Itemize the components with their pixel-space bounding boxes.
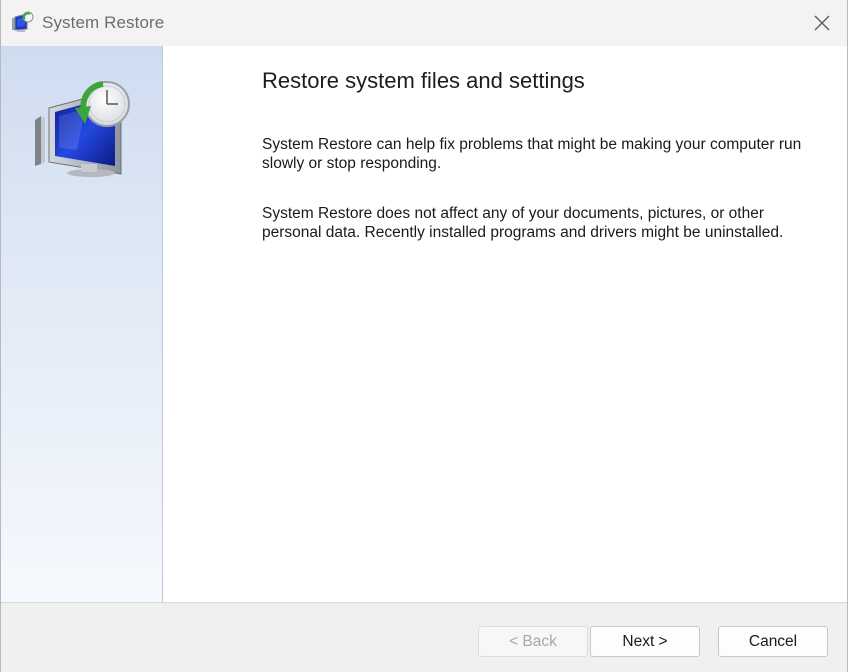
close-button[interactable] <box>799 0 845 46</box>
description-paragraph-1: System Restore can help fix problems tha… <box>262 136 802 172</box>
title-bar[interactable]: System Restore <box>1 0 847 46</box>
close-icon <box>814 15 830 31</box>
cancel-button[interactable]: Cancel <box>718 626 828 657</box>
wizard-footer: < Back Next > Cancel <box>1 602 847 672</box>
next-button[interactable]: Next > <box>590 626 700 657</box>
system-restore-icon <box>10 11 34 35</box>
wizard-content: Restore system files and settings System… <box>163 46 847 602</box>
system-restore-window: System Restore Restore system files and … <box>0 0 848 672</box>
wizard-side-panel <box>1 46 163 602</box>
page-title: Restore system files and settings <box>262 68 585 93</box>
system-restore-monitor-clock-icon <box>29 78 133 178</box>
window-title: System Restore <box>42 13 165 32</box>
back-button[interactable]: < Back <box>478 626 588 657</box>
description-paragraph-2: System Restore does not affect any of yo… <box>262 205 784 241</box>
